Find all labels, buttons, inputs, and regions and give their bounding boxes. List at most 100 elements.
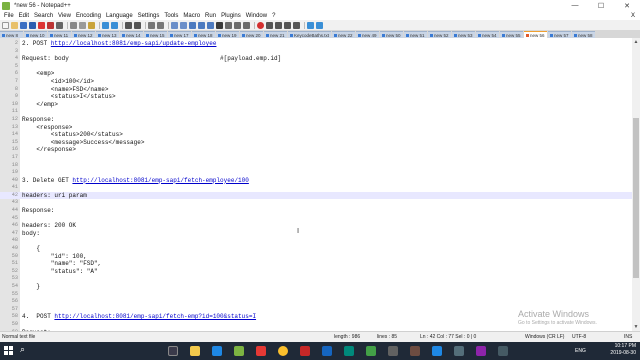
folder-as-workspace-icon[interactable]	[243, 21, 250, 29]
file-explorer-icon[interactable]	[190, 346, 200, 356]
editor-line[interactable]: 11	[0, 108, 632, 116]
menu-plugins[interactable]: Plugins	[221, 13, 241, 19]
editor-line[interactable]: 9 <status>I</status>	[0, 93, 632, 101]
paste-icon[interactable]	[88, 21, 95, 29]
new-file-icon[interactable]	[2, 21, 9, 29]
copy-icon[interactable]	[79, 21, 86, 29]
app-icon[interactable]	[498, 346, 508, 356]
close-document-button[interactable]: X	[631, 13, 635, 19]
editor-line[interactable]: 8 <name>FSD</name>	[0, 86, 632, 94]
editor-line[interactable]: 14 <status>200</status>	[0, 131, 632, 139]
editor-line[interactable]: 52 "status": "A"	[0, 268, 632, 276]
document-tab[interactable]: new 17	[168, 31, 191, 38]
document-tab[interactable]: new 55	[500, 31, 524, 38]
macro-record-icon[interactable]	[257, 21, 264, 29]
editor-line[interactable]: 2 2. POST http://localhost:8081/emp-sapi/…	[0, 40, 632, 48]
menu-window[interactable]: Window	[246, 13, 267, 19]
edge-icon[interactable]	[212, 346, 222, 356]
document-map-icon[interactable]	[225, 21, 232, 29]
document-tab[interactable]: new 50	[380, 31, 404, 38]
text-editor[interactable]: 2 2. POST http://localhost:8081/emp-sapi/…	[0, 38, 632, 331]
redo-icon[interactable]	[111, 21, 118, 29]
language-define-icon[interactable]	[216, 21, 223, 29]
editor-line[interactable]: 3	[0, 48, 632, 56]
word-wrap-icon[interactable]	[189, 21, 196, 29]
menu-view[interactable]: View	[58, 13, 71, 19]
editor-line[interactable]: 17	[0, 154, 632, 162]
menu-run[interactable]: Run	[205, 13, 216, 19]
app-icon[interactable]	[410, 346, 420, 356]
editor-line[interactable]: 19	[0, 169, 632, 177]
app-icon[interactable]	[388, 346, 398, 356]
editor-line[interactable]: 6 <emp>	[0, 70, 632, 78]
document-tab[interactable]: new 18	[192, 31, 215, 38]
task-view-icon[interactable]	[168, 346, 178, 356]
find-icon[interactable]	[125, 21, 132, 29]
print-icon[interactable]	[56, 21, 63, 29]
editor-line[interactable]: 43	[0, 199, 632, 207]
editor-line[interactable]: 7 <id>100</id>	[0, 78, 632, 86]
editor-line[interactable]: 40 3. Delete GET http://localhost:8081/em…	[0, 177, 632, 185]
document-tab[interactable]: new 8	[0, 31, 23, 38]
scroll-down-icon[interactable]: ▼	[632, 323, 640, 331]
chrome-icon[interactable]	[278, 346, 288, 356]
editor-line[interactable]: 41	[0, 184, 632, 192]
editor-line[interactable]: 44 Response:	[0, 207, 632, 215]
document-tab[interactable]: new 22	[332, 31, 356, 38]
document-tab[interactable]: new 15	[144, 31, 167, 38]
document-tab[interactable]: new 49	[356, 31, 380, 38]
undo-icon[interactable]	[102, 21, 109, 29]
search-icon[interactable]: ⌕	[20, 345, 25, 355]
editor-line[interactable]: 47 body:	[0, 230, 632, 238]
document-tab[interactable]: new 11	[48, 31, 71, 38]
document-tab[interactable]: new 52	[428, 31, 452, 38]
notepad-plus-plus-taskbar-icon[interactable]	[234, 346, 244, 356]
macro-play-icon[interactable]	[275, 21, 282, 29]
document-tab[interactable]: new 51	[404, 31, 428, 38]
close-file-icon[interactable]	[38, 21, 45, 29]
maximize-button[interactable]: ☐	[588, 0, 614, 11]
document-tab[interactable]: new 10	[24, 31, 47, 38]
editor-line[interactable]: 5	[0, 63, 632, 71]
line-url-link[interactable]: http://localhost:8081/emp-sapi/fetch-emp…	[72, 177, 248, 184]
editor-line[interactable]: 13 <response>	[0, 124, 632, 132]
app-icon[interactable]	[476, 346, 486, 356]
zoom-in-icon[interactable]	[148, 21, 155, 29]
editor-line[interactable]: 56	[0, 298, 632, 306]
show-all-characters-icon[interactable]	[198, 21, 205, 29]
sync-vertical-icon[interactable]	[171, 21, 178, 29]
document-tab[interactable]: new 58	[572, 31, 596, 38]
editor-line[interactable]: 10 </emp>	[0, 101, 632, 109]
close-all-icon[interactable]	[47, 21, 54, 29]
cut-icon[interactable]	[70, 21, 77, 29]
start-button-icon[interactable]	[4, 346, 13, 355]
app-icon[interactable]	[432, 346, 442, 356]
editor-line[interactable]: 16 </response>	[0, 146, 632, 154]
menu-macro[interactable]: Macro	[183, 13, 200, 19]
menu-search[interactable]: Search	[34, 13, 53, 19]
line-url-link[interactable]: http://localhost:8081/emp-sapi/fetch-emp…	[54, 313, 256, 320]
document-tab[interactable]: new 54	[476, 31, 500, 38]
save-icon[interactable]	[20, 21, 27, 29]
document-tab[interactable]: KeycodeBaths.txt	[288, 31, 332, 38]
document-tab[interactable]: new 57	[548, 31, 572, 38]
language-indicator[interactable]: ENG	[575, 348, 586, 354]
editor-line[interactable]: 50 "id": 100,	[0, 253, 632, 261]
document-tab[interactable]: new 19	[216, 31, 239, 38]
save-all-icon[interactable]	[29, 21, 36, 29]
editor-line[interactable]: 42 headers: uri param	[0, 191, 632, 200]
editor-line[interactable]: 15 <message>Success</message>	[0, 139, 632, 147]
plugin-icon[interactable]	[307, 21, 314, 29]
editor-line[interactable]: 49 {	[0, 245, 632, 253]
editor-line[interactable]: 46 headers: 200 OK	[0, 222, 632, 230]
document-tab[interactable]: new 53	[452, 31, 476, 38]
scroll-up-icon[interactable]: ▲	[632, 38, 640, 46]
app-icon[interactable]	[322, 346, 332, 356]
document-tab[interactable]: new 14	[120, 31, 143, 38]
editor-line[interactable]: 12 Response:	[0, 116, 632, 124]
editor-line[interactable]: 54 }	[0, 283, 632, 291]
menu-file[interactable]: File	[4, 13, 14, 19]
editor-line[interactable]: 55	[0, 291, 632, 299]
document-tab[interactable]: new 56	[524, 31, 548, 38]
document-tab[interactable]: new 20	[240, 31, 263, 38]
